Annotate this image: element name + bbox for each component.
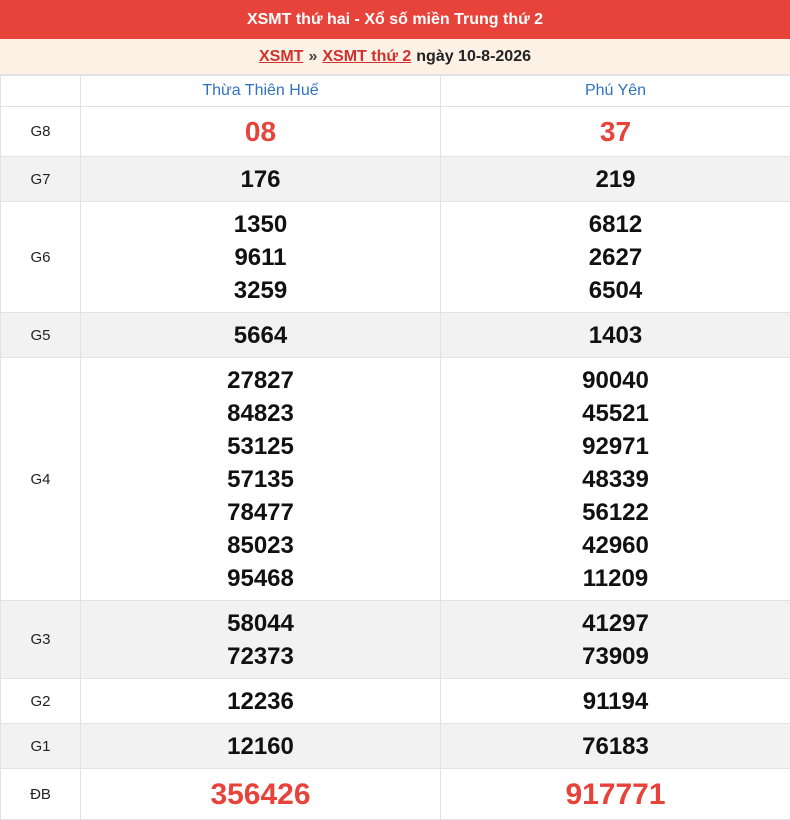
- prize-numbers-cell: 5804472373: [81, 601, 441, 679]
- breadcrumb: XSMT » XSMT thứ 2 ngày 10-8-2026: [0, 39, 790, 75]
- prize-numbers-cell: 90040455219297148339561224296011209: [441, 358, 790, 601]
- prize-number: 73909: [441, 640, 790, 673]
- prize-number: 78477: [81, 496, 440, 529]
- prize-number: 6504: [441, 274, 790, 307]
- prize-numbers-cell: 4129773909: [441, 601, 790, 679]
- prize-number: 176: [81, 163, 440, 196]
- prize-number: 41297: [441, 607, 790, 640]
- prize-number: 91194: [441, 685, 790, 718]
- prize-numbers-cell: 12236: [81, 679, 441, 724]
- prize-numbers-cell: 176: [81, 157, 441, 202]
- prize-number: 08: [81, 115, 440, 148]
- prize-number: 90040: [441, 364, 790, 397]
- province-link-1[interactable]: Thừa Thiên Huế: [202, 82, 318, 99]
- prize-numbers-cell: 5664: [81, 313, 441, 358]
- prize-number: 72373: [81, 640, 440, 673]
- province-cell: Thừa Thiên Huế: [81, 76, 441, 107]
- prize-number: 92971: [441, 430, 790, 463]
- corner-cell: [1, 76, 81, 107]
- prize-number: 84823: [81, 397, 440, 430]
- prize-number: 917771: [441, 778, 790, 811]
- prize-number: 95468: [81, 562, 440, 595]
- prize-number: 12160: [81, 730, 440, 763]
- page-title: XSMT thứ hai - Xổ số miền Trung thứ 2: [247, 11, 543, 29]
- province-header-row: Thừa Thiên Huế Phú Yên: [1, 76, 790, 107]
- province-cell: Phú Yên: [441, 76, 790, 107]
- prize-numbers-cell: 37: [441, 107, 790, 157]
- prize-number: 3259: [81, 274, 440, 307]
- prize-label: G1: [1, 724, 81, 769]
- prize-numbers-cell: 08: [81, 107, 441, 157]
- prize-number: 1403: [441, 319, 790, 352]
- prize-label: G4: [1, 358, 81, 601]
- prize-numbers-cell: 219: [441, 157, 790, 202]
- prize-row-5: G358044723734129773909: [1, 601, 790, 679]
- prize-number: 219: [441, 163, 790, 196]
- prize-label: G6: [1, 202, 81, 313]
- prize-number: 45521: [441, 397, 790, 430]
- page-header: XSMT thứ hai - Xổ số miền Trung thứ 2: [0, 0, 790, 39]
- prize-row-2: G6135096113259681226276504: [1, 202, 790, 313]
- prize-label: G5: [1, 313, 81, 358]
- prize-number: 356426: [81, 778, 440, 811]
- prize-number: 85023: [81, 529, 440, 562]
- prize-label: G8: [1, 107, 81, 157]
- prize-number: 76183: [441, 730, 790, 763]
- prize-number: 6812: [441, 208, 790, 241]
- prize-numbers-cell: 76183: [441, 724, 790, 769]
- prize-number: 9611: [81, 241, 440, 274]
- prize-number: 56122: [441, 496, 790, 529]
- prize-number: 2627: [441, 241, 790, 274]
- prize-number: 5664: [81, 319, 440, 352]
- prize-number: 48339: [441, 463, 790, 496]
- prize-number: 37: [441, 115, 790, 148]
- prize-number: 11209: [441, 562, 790, 595]
- prize-numbers-cell: 91194: [441, 679, 790, 724]
- prize-number: 58044: [81, 607, 440, 640]
- prize-label: G3: [1, 601, 81, 679]
- breadcrumb-date: ngày 10-8-2026: [416, 48, 531, 66]
- prize-numbers-cell: 12160: [81, 724, 441, 769]
- prize-number: 1350: [81, 208, 440, 241]
- prize-row-6: G21223691194: [1, 679, 790, 724]
- breadcrumb-separator: »: [308, 48, 317, 66]
- prize-label: G2: [1, 679, 81, 724]
- prize-number: 53125: [81, 430, 440, 463]
- prize-label: G7: [1, 157, 81, 202]
- prize-row-7: G11216076183: [1, 724, 790, 769]
- prize-numbers-cell: 681226276504: [441, 202, 790, 313]
- prize-row-4: G427827848235312557135784778502395468900…: [1, 358, 790, 601]
- breadcrumb-link-xsmt-thu-2[interactable]: XSMT thứ 2: [322, 48, 411, 66]
- prize-numbers-cell: 1403: [441, 313, 790, 358]
- breadcrumb-link-xsmt[interactable]: XSMT: [259, 48, 303, 66]
- prize-row-1: G7176219: [1, 157, 790, 202]
- prize-numbers-cell: 135096113259: [81, 202, 441, 313]
- prize-number: 42960: [441, 529, 790, 562]
- prize-number: 27827: [81, 364, 440, 397]
- prize-numbers-cell: 27827848235312557135784778502395468: [81, 358, 441, 601]
- prize-row-3: G556641403: [1, 313, 790, 358]
- prize-row-0: G80837: [1, 107, 790, 157]
- prize-number: 57135: [81, 463, 440, 496]
- prize-number: 12236: [81, 685, 440, 718]
- results-table: Thừa Thiên Huế Phú Yên G80837G7176219G61…: [0, 75, 790, 820]
- province-link-2[interactable]: Phú Yên: [585, 82, 646, 99]
